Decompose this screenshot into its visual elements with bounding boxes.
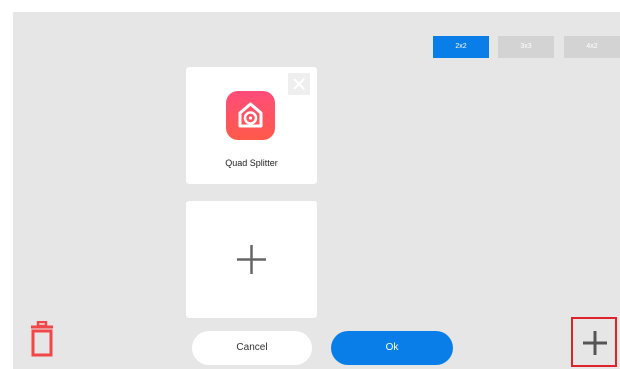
add-widget-button[interactable] bbox=[571, 317, 617, 367]
cancel-button[interactable]: Cancel bbox=[192, 331, 312, 365]
add-app-card[interactable] bbox=[186, 201, 317, 318]
layout-tab-2x2[interactable]: 2x2 bbox=[433, 36, 489, 58]
layout-tab-3x3[interactable]: 3x3 bbox=[498, 36, 554, 58]
ok-button[interactable]: Ok bbox=[331, 331, 453, 365]
home-camera-icon bbox=[226, 91, 275, 140]
app-card[interactable]: Quad Splitter bbox=[186, 67, 317, 184]
trash-button[interactable] bbox=[30, 320, 54, 362]
widget-editor: 2x2 3x3 4x2 Quad Splitter Cancel Ok bbox=[13, 12, 620, 369]
app-name: Quad Splitter bbox=[225, 158, 278, 168]
plus-icon bbox=[237, 245, 266, 274]
remove-app-button[interactable] bbox=[288, 73, 310, 95]
close-icon bbox=[293, 78, 305, 90]
layout-tab-4x2[interactable]: 4x2 bbox=[564, 36, 620, 58]
trash-icon bbox=[31, 320, 53, 357]
plus-icon bbox=[583, 331, 607, 355]
